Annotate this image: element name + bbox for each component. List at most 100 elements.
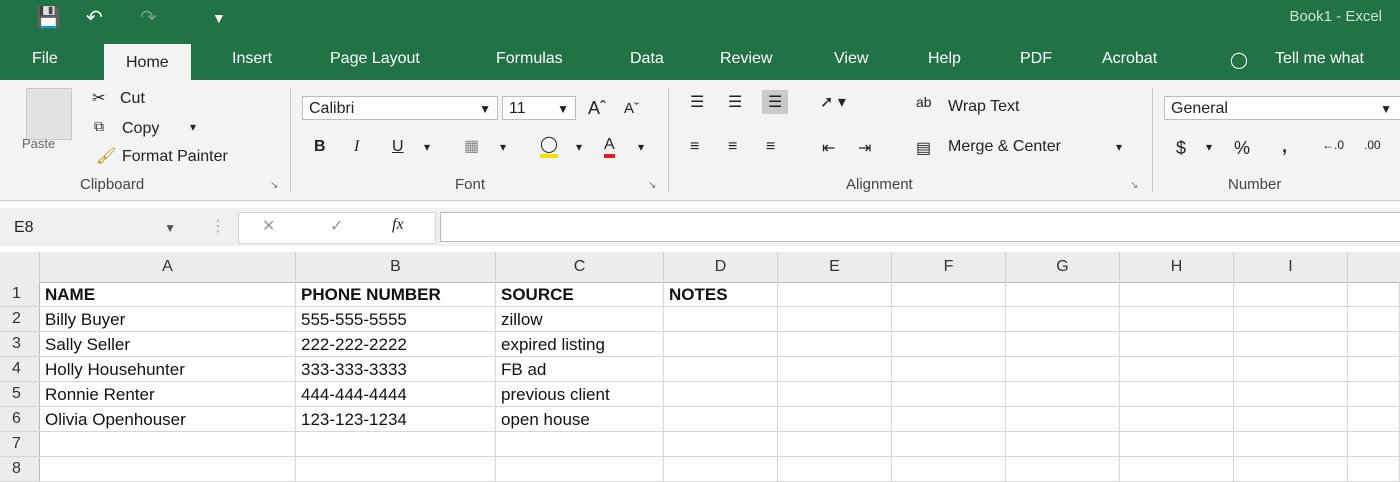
number-format-select[interactable]: General ▼ bbox=[1164, 96, 1400, 120]
currency-dropdown-icon[interactable]: ▾ bbox=[1206, 140, 1212, 154]
cell[interactable] bbox=[1120, 307, 1234, 331]
cell[interactable] bbox=[892, 432, 1006, 456]
underline-dropdown-icon[interactable]: ▾ bbox=[424, 140, 430, 154]
cell[interactable] bbox=[1234, 457, 1348, 481]
paste-button[interactable]: Paste bbox=[22, 136, 55, 151]
cell[interactable] bbox=[1120, 282, 1234, 306]
cell[interactable] bbox=[1348, 457, 1400, 481]
cell[interactable] bbox=[778, 357, 892, 381]
cell[interactable] bbox=[1006, 382, 1120, 406]
cell[interactable] bbox=[778, 332, 892, 356]
cell[interactable] bbox=[1006, 332, 1120, 356]
cell[interactable] bbox=[40, 457, 296, 481]
cell[interactable] bbox=[778, 382, 892, 406]
cell[interactable] bbox=[1348, 307, 1400, 331]
increase-font-icon[interactable]: Aˆ bbox=[588, 98, 606, 119]
font-color-icon[interactable]: A bbox=[604, 136, 615, 158]
column-header-d[interactable]: D bbox=[664, 252, 778, 282]
cell[interactable] bbox=[1234, 307, 1348, 331]
row-header[interactable]: 1 bbox=[0, 282, 40, 306]
font-launcher-icon[interactable]: ↘ bbox=[648, 180, 656, 191]
comma-button[interactable]: , bbox=[1282, 136, 1287, 157]
cell[interactable] bbox=[892, 457, 1006, 481]
cell[interactable] bbox=[1006, 432, 1120, 456]
cell[interactable]: SOURCE bbox=[496, 282, 664, 306]
tab-file[interactable]: File bbox=[32, 50, 58, 68]
alignment-launcher-icon[interactable]: ↘ bbox=[1130, 180, 1138, 191]
cell[interactable] bbox=[496, 457, 664, 481]
cell[interactable] bbox=[496, 432, 664, 456]
tab-view[interactable]: View bbox=[834, 50, 868, 68]
cell[interactable]: zillow bbox=[496, 307, 664, 331]
cell[interactable] bbox=[1234, 332, 1348, 356]
redo-icon[interactable]: ↷ bbox=[140, 6, 157, 30]
cell[interactable] bbox=[1348, 432, 1400, 456]
cell[interactable] bbox=[664, 382, 778, 406]
middle-align-icon[interactable]: ☰ bbox=[728, 92, 742, 112]
borders-dropdown-icon[interactable]: ▾ bbox=[500, 140, 506, 154]
tab-home[interactable]: Home bbox=[104, 44, 191, 80]
cell[interactable] bbox=[1006, 407, 1120, 431]
decrease-font-icon[interactable]: Aˇ bbox=[624, 100, 639, 117]
cell[interactable]: NOTES bbox=[664, 282, 778, 306]
cell[interactable] bbox=[1120, 357, 1234, 381]
select-all-corner[interactable] bbox=[0, 252, 40, 282]
cell[interactable] bbox=[1348, 407, 1400, 431]
row-header[interactable]: 3 bbox=[0, 332, 40, 356]
cell[interactable] bbox=[1120, 432, 1234, 456]
decrease-indent-icon[interactable]: ⇤ bbox=[822, 138, 835, 158]
paste-icon[interactable] bbox=[26, 88, 72, 140]
cell[interactable] bbox=[1234, 432, 1348, 456]
cell[interactable] bbox=[1348, 382, 1400, 406]
align-right-icon[interactable]: ≡ bbox=[766, 138, 775, 156]
cell[interactable]: 333-333-3333 bbox=[296, 357, 496, 381]
cell[interactable] bbox=[1234, 382, 1348, 406]
tab-insert[interactable]: Insert bbox=[232, 50, 272, 68]
font-size-select[interactable]: 11 ▼ bbox=[502, 96, 576, 120]
tab-page-layout[interactable]: Page Layout bbox=[330, 50, 420, 68]
cell[interactable] bbox=[664, 332, 778, 356]
cell[interactable] bbox=[1120, 407, 1234, 431]
cell[interactable] bbox=[1348, 357, 1400, 381]
column-header-f[interactable]: F bbox=[892, 252, 1006, 282]
cell[interactable] bbox=[778, 282, 892, 306]
cell[interactable]: NAME bbox=[40, 282, 296, 306]
column-header-b[interactable]: B bbox=[296, 252, 496, 282]
cell[interactable] bbox=[892, 332, 1006, 356]
cut-button[interactable]: Cut bbox=[120, 90, 145, 108]
insert-function-button[interactable]: fx bbox=[392, 216, 404, 234]
italic-button[interactable]: I bbox=[354, 138, 359, 156]
undo-icon[interactable]: ↶ bbox=[86, 6, 103, 30]
cancel-icon[interactable]: ✕ bbox=[262, 216, 275, 236]
cell[interactable] bbox=[1234, 282, 1348, 306]
clipboard-launcher-icon[interactable]: ↘ bbox=[270, 180, 278, 191]
cell[interactable] bbox=[1006, 457, 1120, 481]
cell[interactable] bbox=[664, 407, 778, 431]
cell[interactable] bbox=[664, 357, 778, 381]
cell[interactable]: 555-555-5555 bbox=[296, 307, 496, 331]
fill-color-icon[interactable]: ◯ bbox=[540, 134, 558, 158]
decrease-decimal-icon[interactable]: .00 bbox=[1364, 138, 1381, 152]
cell[interactable]: expired listing bbox=[496, 332, 664, 356]
cell[interactable] bbox=[1348, 282, 1400, 306]
formula-input[interactable] bbox=[440, 212, 1400, 242]
cell[interactable] bbox=[296, 457, 496, 481]
column-header-g[interactable]: G bbox=[1006, 252, 1120, 282]
cell[interactable] bbox=[1120, 457, 1234, 481]
cell[interactable] bbox=[1348, 332, 1400, 356]
cell[interactable] bbox=[1120, 332, 1234, 356]
cell[interactable]: open house bbox=[496, 407, 664, 431]
cell[interactable] bbox=[892, 307, 1006, 331]
column-header-e[interactable]: E bbox=[778, 252, 892, 282]
orientation-icon[interactable]: ➚ ▾ bbox=[820, 92, 846, 112]
copy-button[interactable]: Copy bbox=[122, 120, 159, 138]
column-header-c[interactable]: C bbox=[496, 252, 664, 282]
font-color-dropdown-icon[interactable]: ▾ bbox=[638, 140, 644, 154]
tab-data[interactable]: Data bbox=[630, 50, 664, 68]
tab-review[interactable]: Review bbox=[720, 50, 772, 68]
merge-center-button[interactable]: Merge & Center bbox=[948, 138, 1061, 156]
cell[interactable] bbox=[778, 432, 892, 456]
name-box[interactable]: E8 ▼ bbox=[8, 214, 188, 242]
tab-formulas[interactable]: Formulas bbox=[496, 50, 563, 68]
column-header-j[interactable] bbox=[1348, 252, 1400, 282]
